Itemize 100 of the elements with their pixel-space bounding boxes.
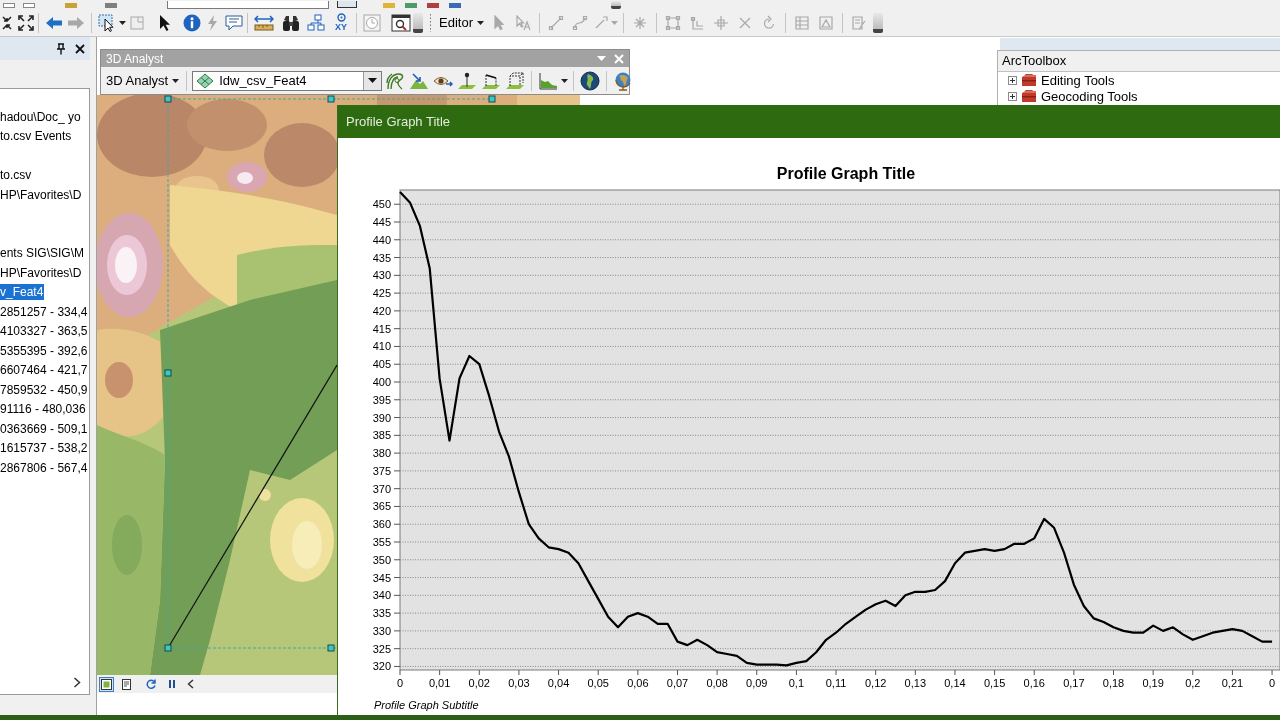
toolbar-title: 3D Analyst bbox=[106, 51, 165, 66]
axis-tick-label: 0,15 bbox=[983, 677, 1006, 689]
select-features-icon[interactable] bbox=[98, 13, 116, 32]
axis-tick-label: 365 bbox=[372, 500, 391, 513]
map-page-icon bbox=[101, 678, 112, 690]
toolbar-overflow-icon[interactable] bbox=[611, 1, 621, 9]
globe-icon[interactable] bbox=[580, 70, 601, 91]
axis-tick-label: 380 bbox=[372, 447, 391, 460]
caret-icon bbox=[172, 78, 180, 83]
toc-entry[interactable]: HP\Favorites\D bbox=[0, 186, 83, 203]
toc-entry[interactable]: 2867806 - 567,4 bbox=[0, 459, 89, 476]
chevron-left-icon[interactable] bbox=[187, 679, 194, 689]
editor-menu[interactable]: Editor bbox=[436, 11, 487, 34]
toc-entry[interactable]: 1615737 - 538,2 bbox=[0, 440, 89, 457]
axis-tick-label: 335 bbox=[372, 607, 391, 620]
dropdown-button[interactable] bbox=[363, 71, 382, 90]
toc-entry[interactable]: 5355395 - 392,6 bbox=[0, 342, 89, 359]
info-icon[interactable] bbox=[183, 13, 201, 32]
axis-tick-label: 345 bbox=[372, 571, 391, 584]
axis-tick-label: 0 bbox=[1269, 677, 1276, 689]
toc-entry[interactable]: v_Feat4 bbox=[0, 284, 45, 301]
axis-tick-label: 350 bbox=[372, 553, 391, 566]
axis-tick-label: 440 bbox=[372, 233, 391, 246]
toc-entry[interactable]: 4103327 - 363,5 bbox=[0, 323, 89, 340]
axis-tick-label: 0 bbox=[396, 677, 404, 689]
axis-tick-label: 0,07 bbox=[666, 677, 689, 689]
plus-box-icon[interactable] bbox=[1008, 75, 1017, 85]
toc-entry[interactable]: to.csv Events bbox=[0, 128, 73, 145]
axis-tick-label: 370 bbox=[372, 482, 391, 495]
target-icon bbox=[336, 13, 346, 22]
caret-icon bbox=[368, 78, 378, 83]
axis-tick-label: 385 bbox=[372, 429, 391, 442]
arrows-outward-icon[interactable] bbox=[18, 14, 34, 31]
toc-entry[interactable]: 91116 - 480,036 bbox=[0, 401, 87, 418]
axis-tick-label: 435 bbox=[372, 251, 391, 264]
left-arrow-icon bbox=[45, 15, 63, 30]
magnifier-window-icon[interactable] bbox=[391, 13, 411, 32]
analyst-menu[interactable]: 3D Analyst bbox=[104, 69, 182, 92]
layout-view-button[interactable] bbox=[119, 676, 134, 692]
grip-icon[interactable] bbox=[429, 12, 432, 33]
toc-entry[interactable]: 7859532 - 450,9 bbox=[0, 381, 89, 398]
raster-grid-icon bbox=[196, 72, 215, 89]
axis-tick-label: 0,03 bbox=[508, 677, 530, 689]
pin-on-terrain-icon[interactable] bbox=[457, 70, 478, 91]
go-to-xy-button[interactable]: XY bbox=[330, 11, 352, 34]
toolbar-overflow-icon[interactable] bbox=[413, 12, 423, 33]
layer-dropdown[interactable]: Idw_csv_Feat4 bbox=[192, 70, 383, 91]
axis-tick-label: 395 bbox=[372, 393, 391, 406]
axis-tick-label: 0,1 bbox=[788, 677, 805, 689]
curve-icon bbox=[571, 14, 588, 31]
chevron-right-icon[interactable] bbox=[73, 677, 81, 688]
table-icon bbox=[793, 14, 810, 31]
pause-icon[interactable] bbox=[168, 679, 176, 689]
toc-entry[interactable]: hadou\Doc_ yo bbox=[0, 108, 82, 125]
partial-icon[interactable] bbox=[337, 1, 357, 8]
vertex-lines-icon bbox=[688, 14, 705, 31]
toc-entry[interactable]: to.csv bbox=[0, 167, 33, 184]
axis-tick-label: 0,04 bbox=[547, 677, 570, 689]
pin-icon[interactable] bbox=[56, 42, 66, 55]
pointer-icon[interactable] bbox=[158, 13, 172, 32]
caret-icon[interactable] bbox=[119, 20, 126, 25]
data-view-button[interactable] bbox=[99, 676, 114, 692]
toc-entry[interactable]: ents SIG\SIG\M bbox=[0, 245, 86, 262]
axis-tick-label: 0,19 bbox=[1142, 677, 1164, 689]
toolset-label[interactable]: Geocoding Tools bbox=[1041, 88, 1138, 104]
axis-tick-label: 0,13 bbox=[904, 677, 927, 689]
toc-entry[interactable]: 2851257 - 334,4 bbox=[0, 303, 89, 320]
toc-entry[interactable]: 0363669 - 509,1 bbox=[0, 420, 89, 437]
axis-tick-label: 0,11 bbox=[825, 677, 847, 689]
terrain-arrow-icon[interactable] bbox=[409, 70, 430, 91]
caret-icon[interactable] bbox=[561, 78, 569, 83]
axis-tick-label: 405 bbox=[372, 358, 391, 371]
binoculars-icon[interactable] bbox=[282, 13, 300, 32]
toc-entry[interactable]: HP\Favorites\D bbox=[0, 264, 83, 281]
toolbar-overflow-icon[interactable] bbox=[872, 12, 883, 33]
axis-tick-label: 0,18 bbox=[1102, 677, 1125, 689]
toolset-label[interactable]: Editing Tools bbox=[1041, 72, 1115, 88]
line-icon bbox=[547, 14, 564, 31]
axis-tick-label: 340 bbox=[372, 589, 391, 602]
axis-tick-label: 355 bbox=[372, 536, 391, 548]
input-field[interactable] bbox=[167, 1, 329, 9]
axis-tick-label: 0,2 bbox=[1185, 677, 1201, 689]
network-icon[interactable] bbox=[307, 13, 325, 32]
arrows-inward-icon[interactable] bbox=[2, 14, 12, 31]
refresh-icon[interactable] bbox=[145, 678, 157, 690]
axis-tick-label: 0,12 bbox=[864, 677, 887, 689]
caret-icon bbox=[610, 20, 618, 25]
polygon-icon bbox=[817, 14, 834, 31]
window-title: ArcToolbox bbox=[1001, 52, 1068, 70]
axis-tick-label: 0,02 bbox=[468, 677, 490, 689]
toolbox-icon bbox=[1021, 89, 1037, 103]
speech-bubble-icon[interactable] bbox=[225, 14, 243, 31]
contour-lines-icon[interactable] bbox=[385, 70, 406, 91]
axis-tick-label: 0,16 bbox=[1023, 677, 1045, 689]
pencil-icon bbox=[850, 14, 867, 31]
toc-entry[interactable]: 6607464 - 421,7 bbox=[0, 362, 89, 379]
close-icon[interactable] bbox=[75, 43, 85, 54]
plus-box-icon[interactable] bbox=[1008, 91, 1017, 101]
ruler-icon[interactable] bbox=[254, 14, 274, 31]
axis-tick-label: 360 bbox=[372, 518, 391, 531]
